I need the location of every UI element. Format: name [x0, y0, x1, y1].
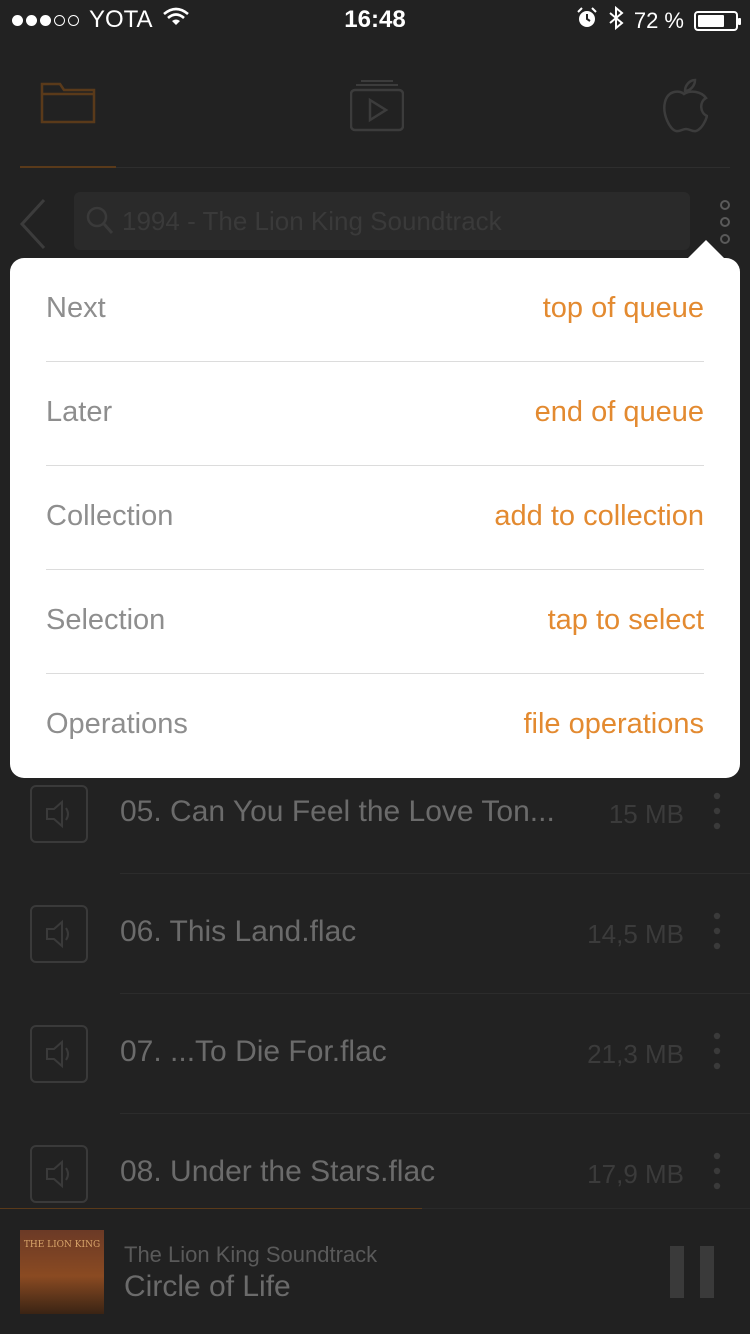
album-cover-title: THE LION KING: [23, 1240, 101, 1250]
track-more-icon[interactable]: [710, 1031, 724, 1080]
audio-file-icon: [30, 905, 88, 963]
track-row[interactable]: 06. This Land.flac 14,5 MB: [0, 905, 750, 1025]
menu-item-action[interactable]: add to collection: [494, 500, 704, 533]
audio-file-icon: [30, 1145, 88, 1203]
tab-divider: [116, 167, 730, 168]
track-name: 08. Under the Stars.flac: [120, 1155, 436, 1188]
menu-item-action[interactable]: top of queue: [543, 292, 704, 325]
audio-file-icon: [30, 1025, 88, 1083]
menu-item-action[interactable]: end of queue: [535, 396, 704, 429]
status-right: 72 %: [576, 5, 741, 36]
play-queue-icon[interactable]: [349, 80, 405, 137]
menu-item-label: Collection: [46, 500, 174, 532]
back-chevron-icon[interactable]: [18, 198, 48, 255]
menu-item-action[interactable]: tap to select: [548, 604, 704, 637]
menu-item-label: Next: [46, 292, 106, 324]
search-query: 1994 - The Lion King Soundtrack: [122, 206, 502, 236]
pause-icon[interactable]: [670, 1246, 714, 1303]
track-name: 05. Can You Feel the Love Ton...: [120, 795, 555, 828]
now-playing-album: The Lion King Soundtrack: [124, 1242, 378, 1267]
album-cover[interactable]: THE LION KING: [20, 1230, 104, 1314]
folder-icon[interactable]: [40, 80, 96, 131]
playback-progress: [0, 1208, 422, 1209]
track-size: 15 MB: [608, 799, 684, 829]
now-playing-title: Circle of Life: [124, 1270, 291, 1303]
track-name: 07. ...To Die For.flac: [120, 1035, 387, 1068]
bluetooth-icon: [608, 5, 624, 36]
track-more-icon[interactable]: [710, 911, 724, 960]
apple-icon[interactable]: [660, 78, 709, 139]
search-row: 1994 - The Lion King Soundtrack: [0, 180, 750, 260]
menu-item-label: Selection: [46, 604, 166, 636]
track-name: 06. This Land.flac: [120, 915, 357, 948]
track-row[interactable]: 07. ...To Die For.flac 21,3 MB: [0, 1025, 750, 1145]
row-divider: [120, 993, 750, 994]
row-divider: [120, 873, 750, 874]
track-more-icon[interactable]: [710, 791, 724, 840]
menu-item-collection[interactable]: Collection add to collection: [46, 466, 704, 570]
top-tab-bar: [0, 40, 750, 168]
track-size: 14,5 MB: [587, 919, 684, 949]
context-menu-popover: Next top of queue Later end of queue Col…: [10, 258, 740, 778]
menu-item-next[interactable]: Next top of queue: [46, 258, 704, 362]
audio-file-icon: [30, 785, 88, 843]
status-bar: YOTA 16:48 72 %: [0, 0, 750, 40]
now-playing-bar[interactable]: THE LION KING The Lion King Soundtrack C…: [0, 1208, 750, 1334]
search-icon: [86, 206, 114, 241]
menu-item-label: Operations: [46, 708, 188, 740]
search-input[interactable]: 1994 - The Lion King Soundtrack: [74, 192, 690, 250]
active-tab-indicator: [20, 166, 116, 168]
menu-item-action[interactable]: file operations: [523, 708, 704, 741]
alarm-icon: [576, 7, 598, 35]
menu-item-selection[interactable]: Selection tap to select: [46, 570, 704, 674]
battery-percent: 72 %: [633, 8, 684, 33]
popover-arrow: [686, 240, 726, 260]
menu-item-operations[interactable]: Operations file operations: [46, 674, 704, 778]
battery-icon: [694, 11, 741, 31]
track-more-icon[interactable]: [710, 1151, 724, 1200]
battery-fill: [698, 15, 724, 27]
playback-progress-track: [422, 1208, 750, 1209]
menu-item-later[interactable]: Later end of queue: [46, 362, 704, 466]
row-divider: [120, 1113, 750, 1114]
track-row[interactable]: 05. Can You Feel the Love Ton... 15 MB: [0, 785, 750, 905]
menu-item-label: Later: [46, 396, 113, 428]
track-size: 17,9 MB: [587, 1159, 684, 1189]
track-size: 21,3 MB: [587, 1039, 684, 1069]
